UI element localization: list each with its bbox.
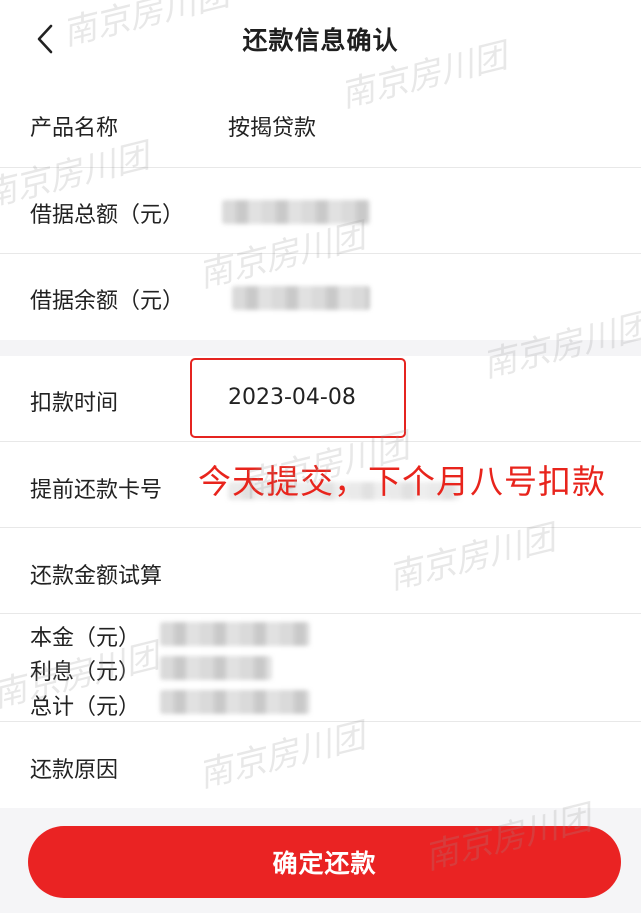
product-row: 产品名称 按揭贷款 (0, 80, 641, 168)
loan-total-value-redacted (222, 200, 370, 224)
annotation-text: 今天提交，下个月八号扣款 (198, 462, 606, 501)
loan-balance-row: 借据余额（元） (0, 254, 641, 340)
breakdown-row: 本金（元） 利息（元） 总计（元） (0, 614, 641, 722)
page-title: 还款信息确认 (242, 26, 399, 55)
product-value: 按揭贷款 (228, 116, 317, 141)
interest-value-redacted (160, 656, 272, 680)
calc-row: 还款金额试算 (0, 528, 641, 614)
calc-label: 还款金额试算 (30, 564, 163, 589)
deduct-time-label: 扣款时间 (30, 391, 119, 416)
product-label: 产品名称 (30, 116, 119, 141)
loan-balance-value-redacted (232, 286, 370, 310)
section-gap (0, 340, 641, 356)
loan-total-label: 借据总额（元） (30, 203, 185, 228)
page-header: 还款信息确认 (0, 0, 641, 78)
chevron-left-icon (37, 24, 53, 54)
loan-balance-label: 借据余额（元） (30, 289, 185, 314)
highlight-box (190, 358, 406, 438)
card-label: 提前还款卡号 (30, 478, 163, 503)
reason-label: 还款原因 (30, 758, 119, 783)
total-label: 总计（元） (30, 695, 141, 720)
principal-value-redacted (160, 622, 310, 646)
total-value-redacted (160, 690, 310, 714)
interest-label: 利息（元） (30, 660, 141, 685)
confirm-repayment-button[interactable]: 确定还款 (28, 826, 621, 898)
loan-total-row: 借据总额（元） (0, 168, 641, 254)
back-button[interactable] (30, 22, 60, 56)
reason-row[interactable]: 还款原因 (0, 722, 641, 808)
principal-label: 本金（元） (30, 626, 141, 651)
